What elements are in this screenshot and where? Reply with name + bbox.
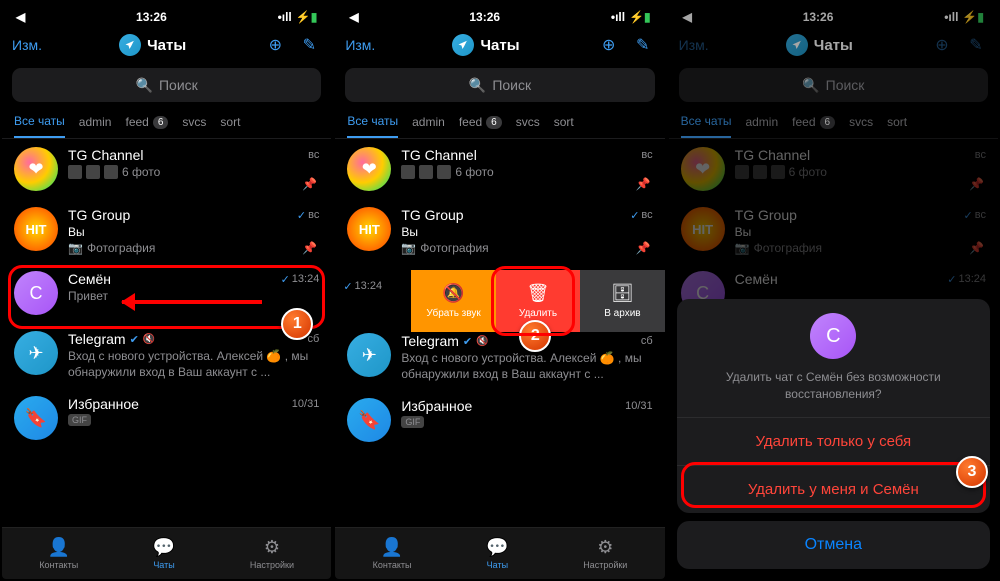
tab-contacts[interactable]: 👤Контакты <box>39 537 78 570</box>
chats-icon: 💬 <box>153 537 175 558</box>
tab-sort[interactable]: sort <box>554 114 574 138</box>
status-bar: ◀ 13:26 •ıll⚡▮ <box>335 2 664 26</box>
search-icon: 🔍 <box>136 77 153 94</box>
sheet-message: Удалить чат с Семён без возможности восс… <box>695 369 972 403</box>
compose-button[interactable]: ✎ <box>297 33 321 57</box>
tab-sort[interactable]: sort <box>220 114 240 138</box>
chat-row-tgchannel[interactable]: ❤ TG Channelвс 6 фото 📌 <box>2 139 331 199</box>
search-input[interactable]: 🔍 Поиск <box>12 68 321 102</box>
settings-icon: ⚙ <box>264 537 280 558</box>
photo-thumb-icon <box>68 165 82 179</box>
tab-all-chats[interactable]: Все чаты <box>347 114 398 138</box>
new-chat-button[interactable]: ⊕ <box>263 33 287 57</box>
gif-badge: GIF <box>68 414 91 426</box>
step-badge-3: 3 <box>956 456 988 488</box>
action-sheet: C Удалить чат с Семён без возможности во… <box>677 299 990 569</box>
tab-admin[interactable]: admin <box>412 114 445 138</box>
tab-svcs[interactable]: svcs <box>516 114 540 138</box>
search-icon: 🔍 <box>469 77 486 94</box>
pin-icon: 📌 <box>636 177 651 191</box>
edit-button[interactable]: Изм. <box>345 37 375 53</box>
chat-row-tggroup[interactable]: HIT TG Group✓всВы📷Фотография 📌 <box>335 199 664 263</box>
new-chat-button[interactable]: ⊕ <box>597 33 621 57</box>
status-bar: ◀ 13:26 •ıll ⚡▮ <box>2 2 331 26</box>
edit-button[interactable]: Изм. <box>12 37 42 53</box>
tab-admin[interactable]: admin <box>79 114 112 138</box>
telegram-logo-icon <box>119 34 141 56</box>
nav-bar: Изм. Чаты ⊕ ✎ <box>2 26 331 64</box>
verified-icon: ✔ <box>130 333 139 346</box>
tab-contacts[interactable]: 👤Контакты <box>373 537 412 570</box>
avatar: HIT <box>14 207 58 251</box>
muted-icon: 🔇 <box>143 334 155 345</box>
nav-bar: Изм. Чаты ⊕✎ <box>335 26 664 64</box>
search-input[interactable]: 🔍Поиск <box>345 68 654 102</box>
pin-icon: 📌 <box>636 241 651 255</box>
phone-screen-2: ◀ 13:26 •ıll⚡▮ Изм. Чаты ⊕✎ 🔍Поиск Все ч… <box>335 2 664 579</box>
chat-row-favorites[interactable]: 🔖 Избранное10/31 GIF <box>2 388 331 448</box>
swipe-arrow-icon <box>122 300 262 304</box>
chat-row-favorites[interactable]: 🔖 Избранное10/31GIF <box>335 390 664 450</box>
tab-bar: 👤Контакты 💬Чаты ⚙Настройки <box>335 527 664 579</box>
pin-icon: 📌 <box>302 241 317 255</box>
phone-screen-1: ◀ 13:26 •ıll ⚡▮ Изм. Чаты ⊕ ✎ 🔍 Поиск Вс… <box>2 2 331 579</box>
chat-folder-tabs: Все чаты admin feed6 svcs sort <box>2 108 331 139</box>
delete-both-button[interactable]: Удалить у меня и Семён <box>677 465 990 513</box>
chat-row-semyon[interactable]: C Семён✓13:24 Привет <box>2 263 331 323</box>
swipe-actions-row: ✓13:24 🔕Убрать звук 🗑Удалить 🗄В архив <box>335 270 664 332</box>
back-nav-icon: ◀ <box>349 10 358 24</box>
contacts-icon: 👤 <box>48 537 70 558</box>
feed-badge: 6 <box>153 116 169 129</box>
nav-title: Чаты <box>119 34 186 56</box>
telegram-logo-icon <box>452 34 474 56</box>
avatar: ❤ <box>14 147 58 191</box>
compose-button[interactable]: ✎ <box>631 33 655 57</box>
swipe-mute-button[interactable]: 🔕Убрать звук <box>411 270 495 332</box>
archive-icon: 🗄 <box>611 283 634 304</box>
tab-feed[interactable]: feed6 <box>459 114 502 138</box>
chat-row-tgchannel[interactable]: ❤ TG Channelвс6 фото 📌 <box>335 139 664 199</box>
signal-icon: •ıll <box>278 10 292 24</box>
mute-icon: 🔕 <box>442 283 464 304</box>
phone-screen-3: ◀ 13:26 •ıll⚡▮ Изм. Чаты ⊕✎ 🔍Поиск Все ч… <box>669 2 998 579</box>
tab-all-chats[interactable]: Все чаты <box>14 114 65 138</box>
chat-row-telegram[interactable]: ✈ Telegram✔🔇сб Вход с нового устройства.… <box>2 323 331 388</box>
avatar: 🔖 <box>14 396 58 440</box>
tab-bar: 👤Контакты 💬Чаты ⚙Настройки <box>2 527 331 579</box>
avatar: ✈ <box>14 331 58 375</box>
battery-icon: ⚡▮ <box>296 10 318 24</box>
trash-icon: 🗑 <box>527 283 550 304</box>
chat-row-tggroup[interactable]: HIT TG Group✓вс Вы 📷Фотография 📌 <box>2 199 331 263</box>
chat-row-telegram[interactable]: ✈ Telegram✔🔇сбВход с нового устройства. … <box>335 325 664 390</box>
tab-feed[interactable]: feed6 <box>125 114 168 138</box>
tab-chats[interactable]: 💬Чаты <box>486 537 508 570</box>
tab-svcs[interactable]: svcs <box>182 114 206 138</box>
swipe-archive-button[interactable]: 🗄В архив <box>580 270 664 332</box>
pin-icon: 📌 <box>302 177 317 191</box>
tab-chats[interactable]: 💬Чаты <box>153 537 175 570</box>
sheet-avatar: C <box>810 313 856 359</box>
delete-self-only-button[interactable]: Удалить только у себя <box>677 417 990 465</box>
tab-settings[interactable]: ⚙Настройки <box>250 537 294 570</box>
status-time: 13:26 <box>469 10 500 24</box>
tab-settings[interactable]: ⚙Настройки <box>583 537 627 570</box>
cancel-button[interactable]: Отмена <box>677 521 990 569</box>
status-time: 13:26 <box>136 10 167 24</box>
avatar: C <box>14 271 58 315</box>
chat-list: ❤ TG Channelвс 6 фото 📌 HIT TG Group✓вс … <box>2 139 331 448</box>
back-nav-icon: ◀ <box>16 10 25 24</box>
